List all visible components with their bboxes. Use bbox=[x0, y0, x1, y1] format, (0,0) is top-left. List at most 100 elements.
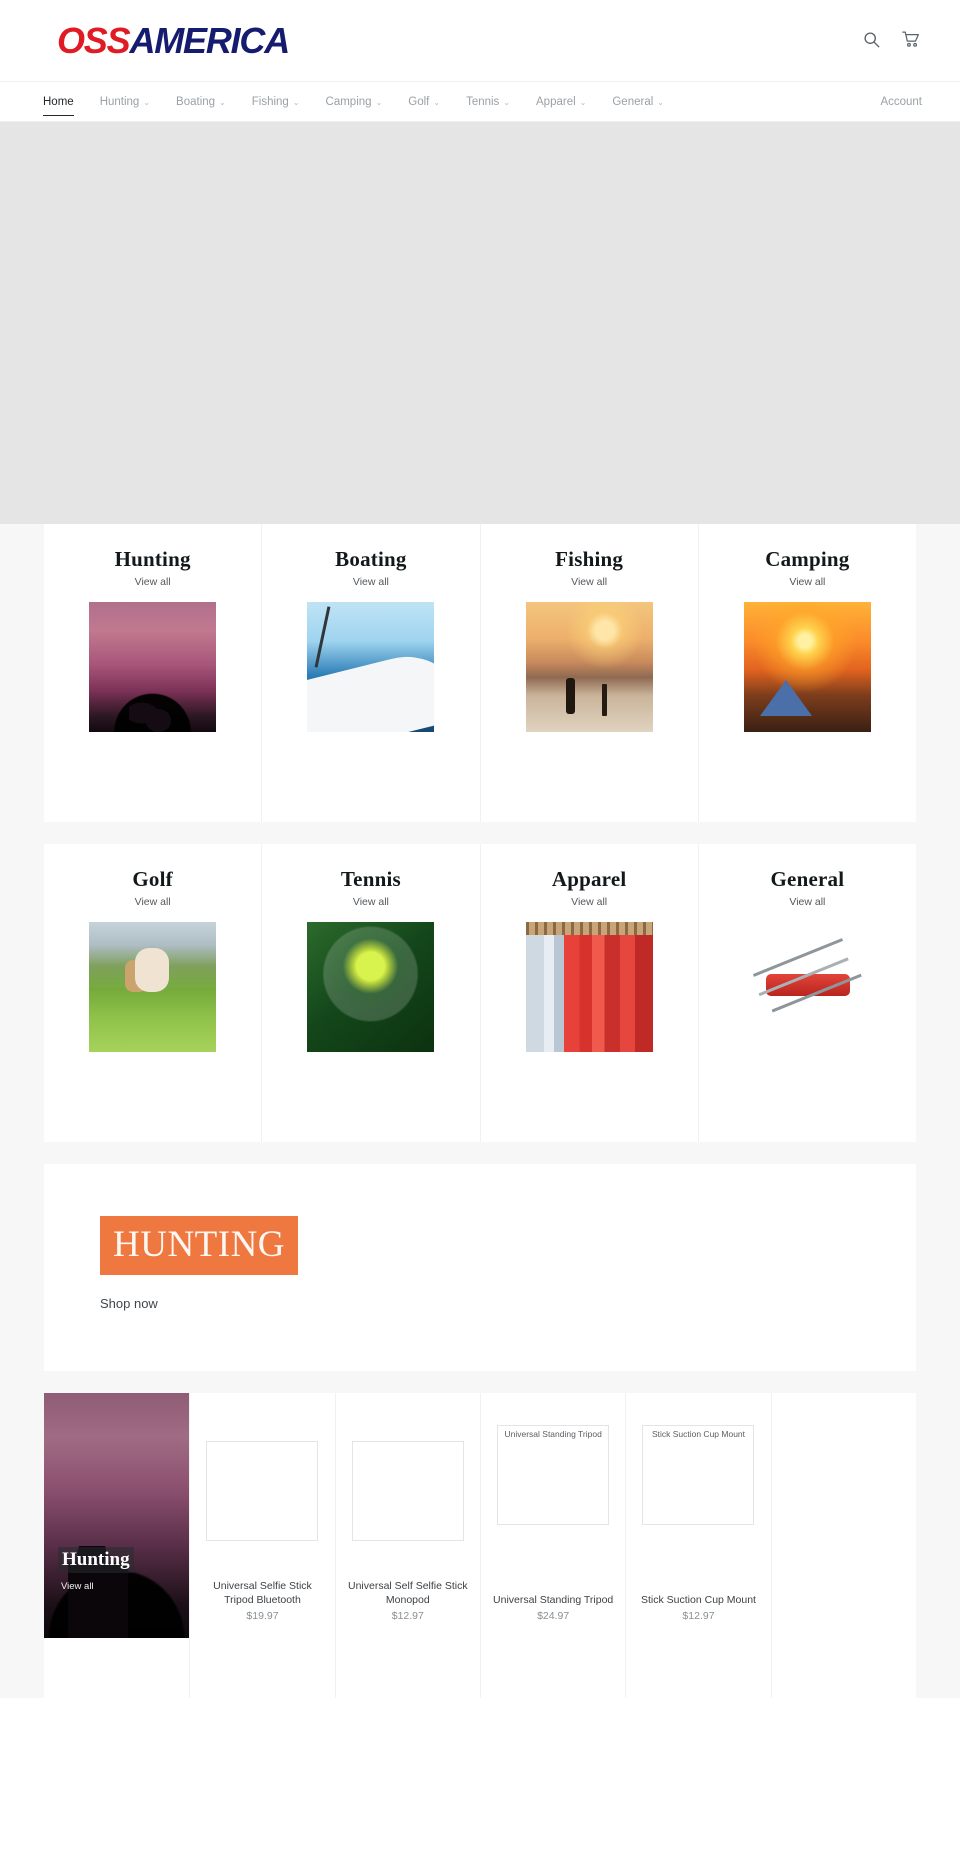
nav-item-golf[interactable]: Golf ⌄ bbox=[395, 82, 453, 121]
collection-card-view-all[interactable]: View all bbox=[274, 575, 467, 589]
product-grid-empty-cell bbox=[770, 1393, 916, 1638]
grid-cell bbox=[44, 1638, 189, 1698]
collection-promo-tile-hunting[interactable]: Hunting View all bbox=[44, 1393, 190, 1638]
search-icon[interactable] bbox=[860, 28, 882, 50]
grid-cell bbox=[189, 1638, 334, 1698]
product-image bbox=[351, 1441, 464, 1541]
nav-item-label: Camping bbox=[325, 95, 372, 108]
collection-card-view-all[interactable]: View all bbox=[711, 575, 904, 589]
product-grid-next-row bbox=[44, 1638, 916, 1698]
collection-card-view-all[interactable]: View all bbox=[493, 575, 686, 589]
nav-item-hunting[interactable]: Hunting ⌄ bbox=[87, 82, 163, 121]
collection-card-title: General bbox=[770, 867, 845, 891]
collection-card-view-all[interactable]: View all bbox=[711, 895, 904, 909]
promo-badge: HUNTING bbox=[100, 1216, 299, 1275]
grid-cell bbox=[334, 1638, 480, 1698]
cart-icon[interactable] bbox=[900, 28, 922, 50]
product-card[interactable]: Universal Selfie Stick Tripod Bluetooth $… bbox=[189, 1393, 335, 1638]
nav-item-label: Hunting bbox=[99, 95, 140, 108]
product-image-caption: Stick Suction Cup Mount bbox=[651, 1429, 746, 1439]
grid-cell bbox=[770, 1638, 916, 1698]
collection-card-title: Boating bbox=[335, 547, 407, 571]
nav-item-label: Apparel bbox=[536, 95, 576, 108]
collection-card-hunting[interactable]: Hunting View all bbox=[44, 524, 263, 822]
collection-card-thumbnail bbox=[743, 922, 871, 1052]
product-title: Universal Selfie Stick Tripod Bluetooth bbox=[213, 1580, 312, 1606]
promo-shop-now-link[interactable]: Shop now bbox=[100, 1296, 916, 1311]
collection-card-title: Fishing bbox=[555, 547, 624, 571]
nav-item-label: Boating bbox=[176, 95, 216, 108]
grid-cell bbox=[625, 1638, 770, 1698]
collection-card-title: Golf bbox=[132, 867, 173, 891]
promo-tile-view-all[interactable]: View all bbox=[58, 1581, 134, 1592]
collection-card-fishing[interactable]: Fishing View all bbox=[480, 524, 699, 822]
collection-card-thumbnail bbox=[525, 602, 653, 732]
product-image: Universal Standing Tripod bbox=[497, 1425, 610, 1525]
products-section: Hunting View all Universal Selfie Stick … bbox=[0, 1371, 960, 1698]
product-image-caption: Universal Standing Tripod bbox=[504, 1429, 602, 1439]
chevron-down-icon: ⌄ bbox=[433, 97, 441, 107]
promo-section: HUNTING Shop now bbox=[0, 1142, 960, 1371]
product-title: Stick Suction Cup Mount bbox=[641, 1594, 756, 1606]
collection-card-thumbnail bbox=[89, 602, 217, 732]
promo-banner[interactable]: HUNTING Shop now bbox=[44, 1164, 916, 1371]
nav-item-general[interactable]: General ⌄ bbox=[599, 82, 677, 121]
collection-card-view-all[interactable]: View all bbox=[274, 895, 467, 909]
nav-item-fishing[interactable]: Fishing ⌄ bbox=[239, 82, 313, 121]
collection-card-boating[interactable]: Boating View all bbox=[262, 524, 481, 822]
collection-row-2: Golf View all Tennis View all Apparel View al… bbox=[44, 844, 916, 1142]
collection-row-1: Hunting View all Boating View all Fishing Vie… bbox=[44, 524, 916, 822]
collection-card-tennis[interactable]: Tennis View all bbox=[262, 844, 481, 1142]
grid-cell bbox=[479, 1638, 625, 1698]
collection-card-camping[interactable]: Camping View all bbox=[698, 524, 916, 822]
product-card[interactable]: Stick Suction Cup Mount Stick Suction Cup… bbox=[625, 1393, 771, 1638]
promo-tile-label: Hunting View all bbox=[58, 1547, 134, 1592]
nav-item-label: Fishing bbox=[251, 95, 289, 108]
hero-banner[interactable] bbox=[0, 122, 960, 524]
collection-card-thumbnail bbox=[307, 922, 435, 1052]
collection-card-view-all[interactable]: View all bbox=[56, 895, 249, 909]
chevron-down-icon: ⌄ bbox=[503, 97, 511, 107]
product-card[interactable]: Universal Self Selfie Stick Monopod $12.9… bbox=[334, 1393, 480, 1638]
nav-item-label: Home bbox=[43, 95, 74, 108]
product-price: $19.97 bbox=[246, 1610, 279, 1622]
nav-item-camping[interactable]: Camping ⌄ bbox=[313, 82, 396, 121]
nav-account-link[interactable]: Account bbox=[880, 82, 922, 121]
promo-tile-title: Hunting bbox=[58, 1547, 134, 1573]
nav-item-home[interactable]: Home bbox=[30, 82, 87, 121]
logo-text-america: AMERICA bbox=[129, 20, 290, 61]
product-image bbox=[206, 1441, 319, 1541]
product-price: $12.97 bbox=[682, 1610, 715, 1622]
collection-card-thumbnail bbox=[525, 922, 653, 1052]
header-actions bbox=[860, 28, 922, 50]
site-header: OSSAMERICA bbox=[0, 0, 960, 82]
logo-text-oss: OSS bbox=[57, 20, 131, 61]
nav-item-boating[interactable]: Boating ⌄ bbox=[163, 82, 239, 121]
collection-card-thumbnail bbox=[307, 602, 435, 732]
product-price: $24.97 bbox=[537, 1610, 570, 1622]
nav-item-label: Tennis bbox=[466, 95, 500, 108]
product-card[interactable]: Universal Standing Tripod Universal Stand… bbox=[479, 1393, 626, 1638]
product-title: Universal Self Selfie Stick Monopod bbox=[348, 1580, 468, 1606]
nav-item-label: General bbox=[612, 95, 654, 108]
collection-card-view-all[interactable]: View all bbox=[493, 895, 686, 909]
collection-card-title: Hunting bbox=[114, 547, 191, 571]
chevron-down-icon: ⌄ bbox=[292, 97, 300, 107]
nav-list: Home Hunting ⌄ Boating ⌄ Fishing ⌄ Camping ⌄ Golf… bbox=[30, 82, 677, 121]
collections-section: Hunting View all Boating View all Fishing Vie… bbox=[0, 524, 960, 1142]
collection-card-golf[interactable]: Golf View all bbox=[44, 844, 263, 1142]
collection-card-general[interactable]: General View all bbox=[698, 844, 916, 1142]
product-image: Stick Suction Cup Mount bbox=[642, 1425, 755, 1525]
collection-card-view-all[interactable]: View all bbox=[56, 575, 249, 589]
collection-card-apparel[interactable]: Apparel View all bbox=[480, 844, 699, 1142]
collection-card-title: Camping bbox=[765, 547, 850, 571]
site-logo[interactable]: OSSAMERICA bbox=[57, 20, 290, 61]
product-title: Universal Standing Tripod bbox=[493, 1594, 614, 1606]
nav-item-apparel[interactable]: Apparel ⌄ bbox=[523, 82, 599, 121]
collection-card-title: Apparel bbox=[551, 867, 627, 891]
collection-card-title: Tennis bbox=[340, 867, 401, 891]
chevron-down-icon: ⌄ bbox=[219, 97, 226, 107]
collection-card-thumbnail bbox=[743, 602, 871, 732]
main-navigation: Home Hunting ⌄ Boating ⌄ Fishing ⌄ Camping ⌄ Golf… bbox=[0, 82, 960, 122]
nav-item-tennis[interactable]: Tennis ⌄ bbox=[453, 82, 523, 121]
